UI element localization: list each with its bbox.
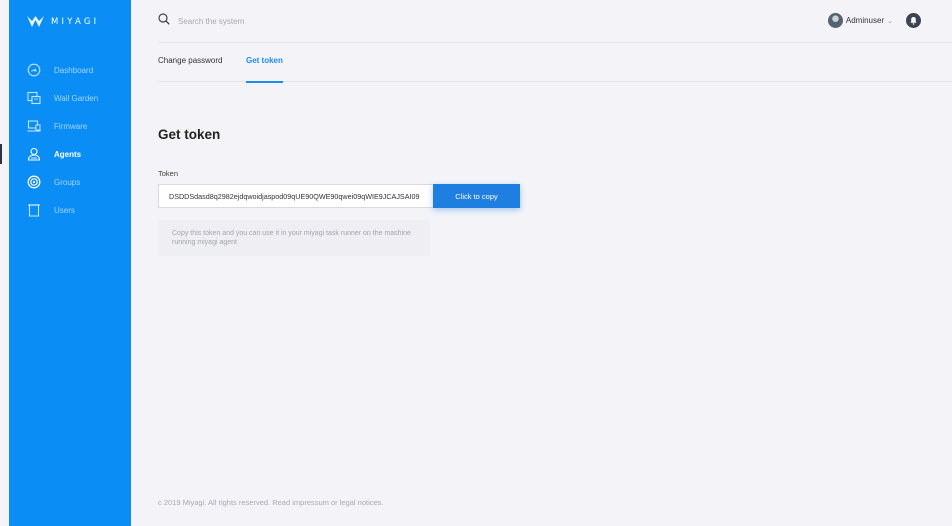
top-bar: Adminuser ⌄	[158, 0, 952, 43]
logo-text: MIYAGI	[51, 17, 100, 27]
token-hint: Copy this token and you can use it in yo…	[158, 220, 430, 256]
sidebar-item-wall-garden[interactable]: Wall Garden	[9, 84, 131, 112]
sidebar-item-users[interactable]: Users	[9, 196, 131, 224]
chevron-down-icon[interactable]: ⌄	[887, 17, 893, 25]
username[interactable]: Adminuser	[846, 16, 884, 25]
sidebar-nav: Dashboard Wall Garden Firmware Agents Gr…	[0, 56, 131, 224]
bell-icon	[910, 17, 917, 25]
window-edge	[0, 0, 9, 526]
footer: c 2019 Miyagi. All rights reserved. Read…	[158, 498, 384, 507]
sidebar-item-label: Firmware	[54, 121, 88, 131]
main-content: Adminuser ⌄ Change password Get token Ge…	[131, 0, 952, 526]
sidebar-item-agents[interactable]: Agents	[0, 140, 131, 168]
token-field[interactable]	[158, 184, 433, 208]
tab-change-password[interactable]: Change password	[158, 56, 222, 82]
agents-icon	[26, 147, 41, 162]
search	[158, 12, 378, 30]
user-menu[interactable]: Adminuser ⌄	[827, 13, 921, 28]
wall-garden-icon	[26, 91, 41, 106]
sidebar-item-firmware[interactable]: Firmware	[9, 112, 131, 140]
logo[interactable]: MIYAGI	[26, 13, 99, 31]
page-title: Get token	[158, 127, 221, 142]
active-indicator	[0, 144, 2, 164]
token-label: Token	[158, 169, 179, 178]
copy-token-button[interactable]: Click to copy	[433, 184, 520, 208]
dashboard-icon	[26, 63, 41, 78]
sidebar-item-label: Dashboard	[54, 65, 94, 75]
sidebar-item-groups[interactable]: Groups	[9, 168, 131, 196]
sidebar-item-label: Groups	[54, 177, 81, 187]
tab-get-token[interactable]: Get token	[246, 56, 283, 83]
miyagi-logo-icon	[27, 16, 44, 27]
sidebar-item-label: Agents	[54, 149, 82, 159]
sidebar-item-label: Users	[54, 205, 75, 215]
groups-icon	[26, 175, 41, 190]
sidebar: MIYAGI Dashboard Wall Garden Firmware Ag…	[0, 0, 131, 526]
firmware-icon	[26, 119, 41, 134]
tab-bar: Change password Get token	[158, 43, 952, 83]
sidebar-item-dashboard[interactable]: Dashboard	[9, 56, 131, 84]
search-input[interactable]	[178, 16, 378, 26]
token-row: Click to copy	[158, 184, 520, 208]
notification-button[interactable]	[906, 13, 921, 28]
sidebar-item-label: Wall Garden	[54, 93, 99, 103]
search-icon[interactable]	[158, 12, 170, 30]
avatar[interactable]	[827, 13, 843, 28]
users-icon	[26, 203, 41, 218]
